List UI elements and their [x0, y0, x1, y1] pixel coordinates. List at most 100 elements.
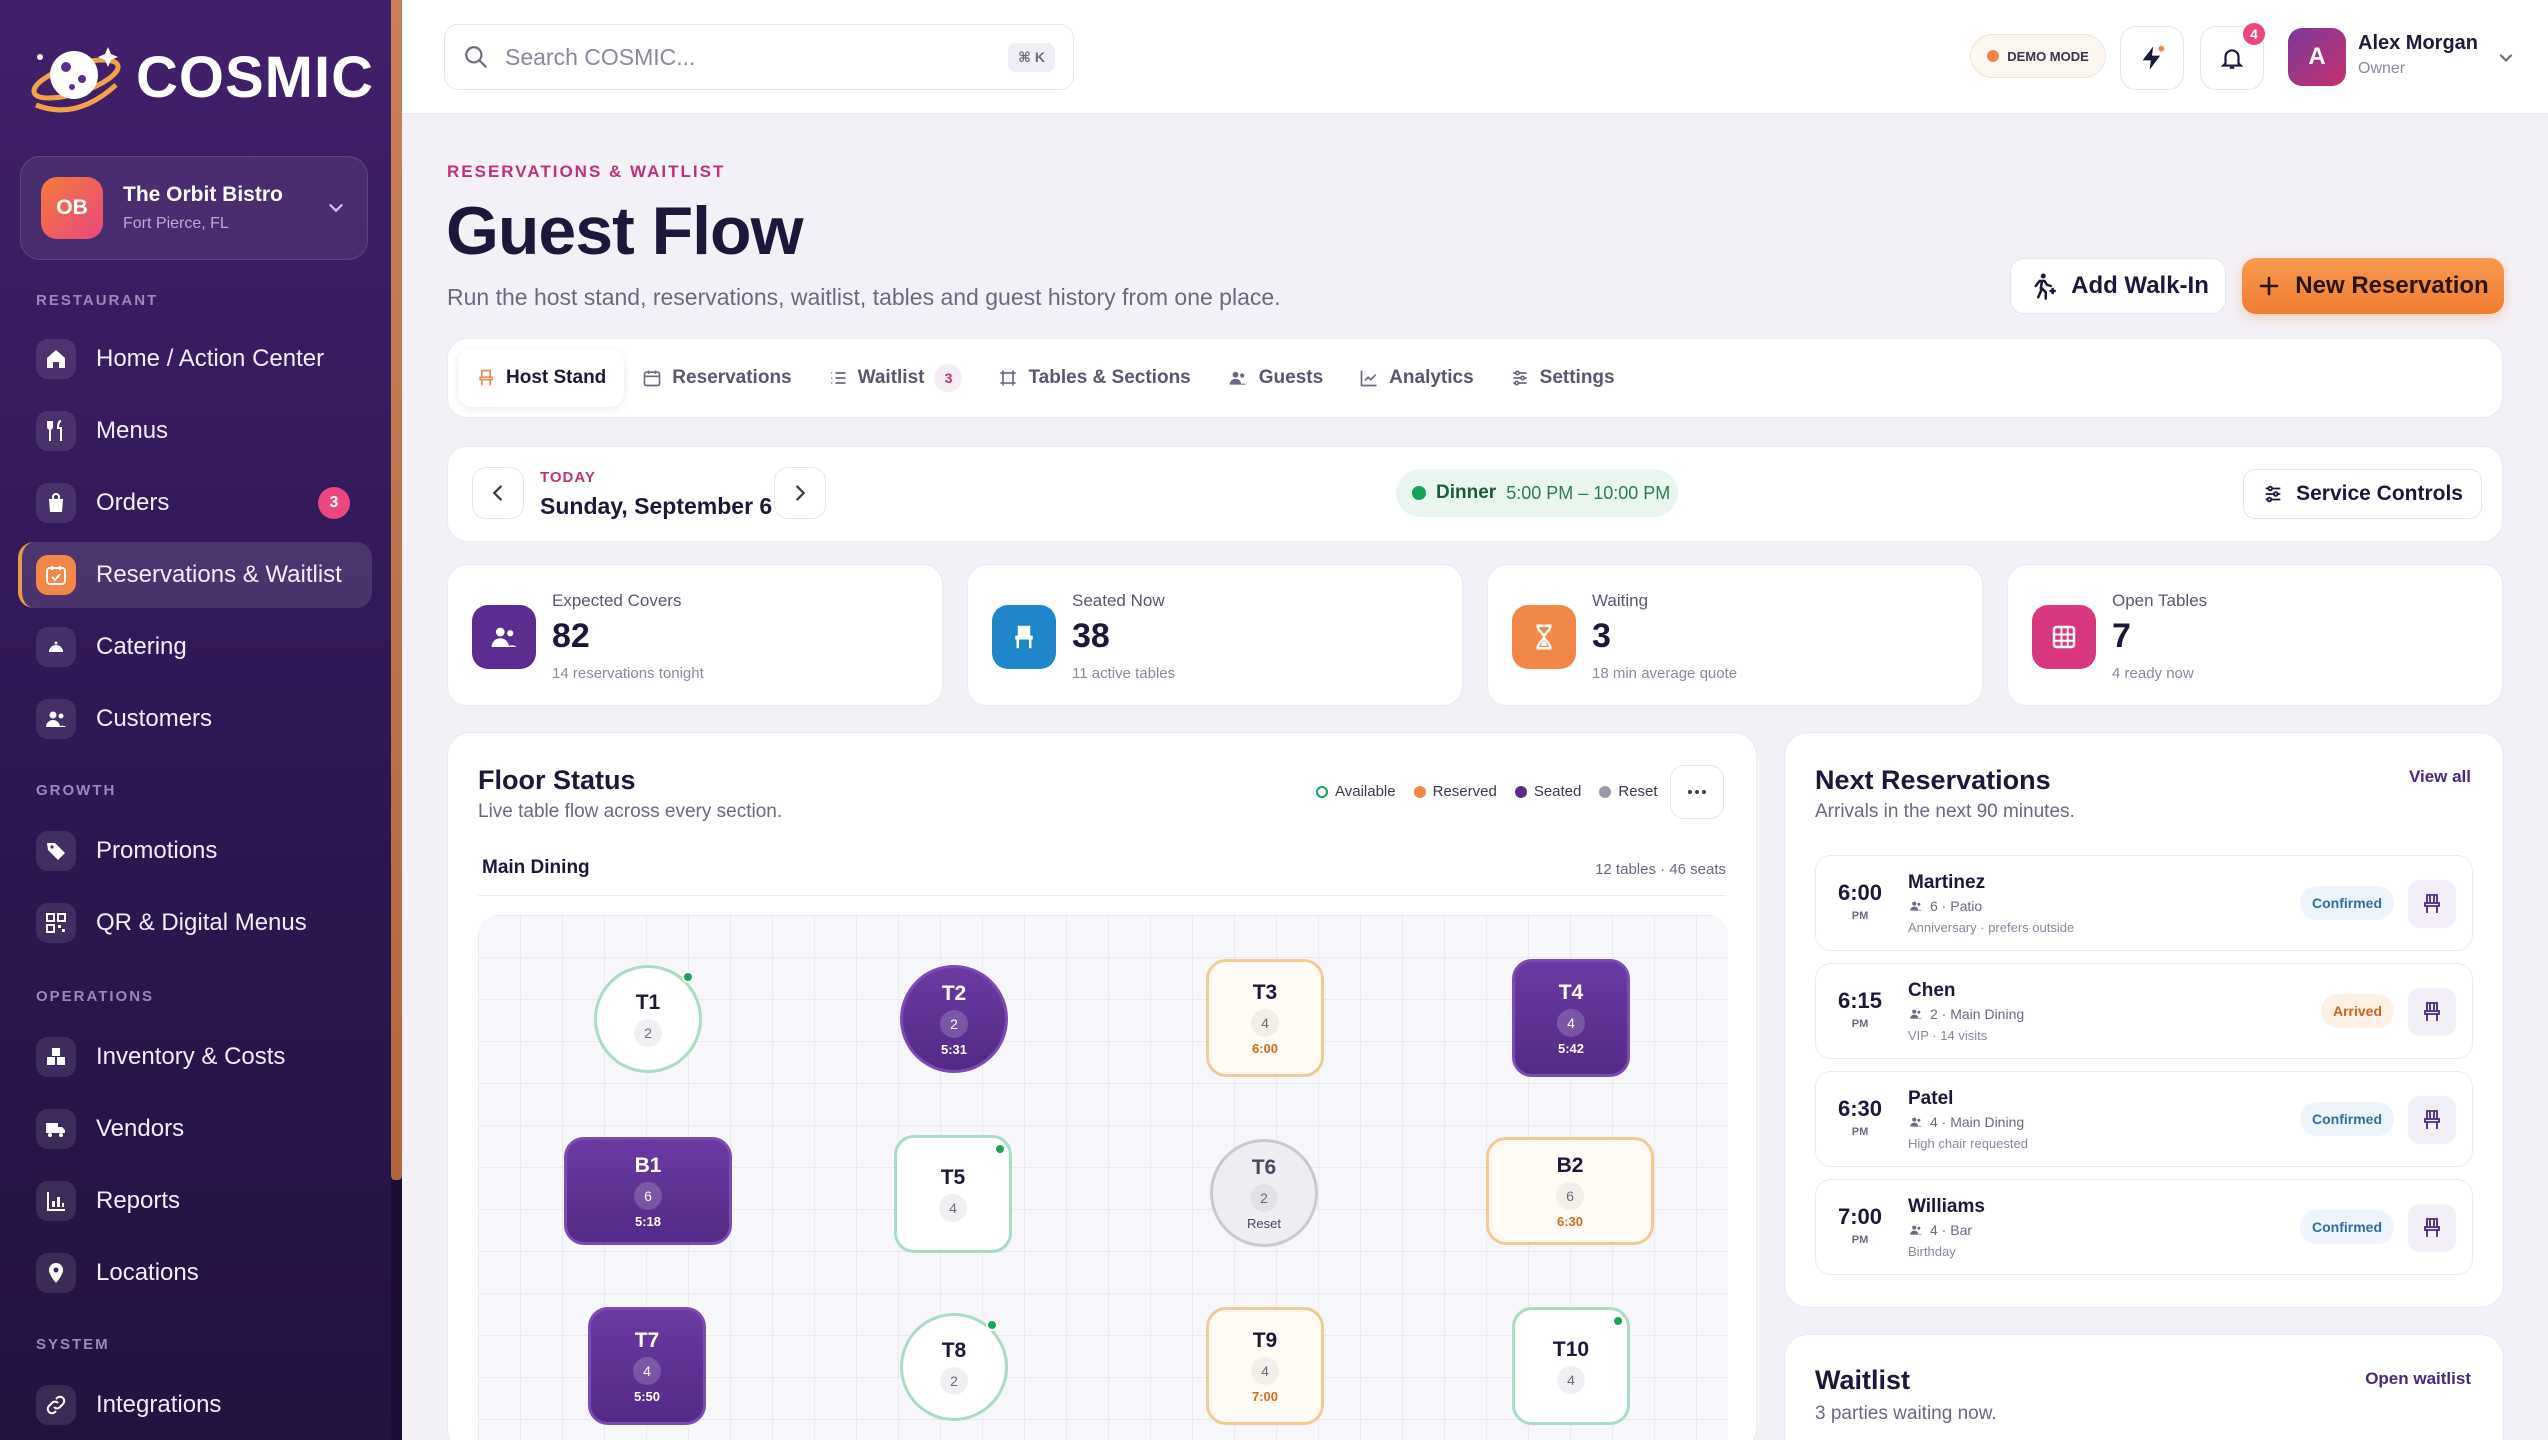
reservation-row[interactable]: 6:15 PM Chen 2 · Main Dining VIP · 14 vi…: [1815, 963, 2473, 1059]
tab-host-stand[interactable]: Host Stand: [458, 349, 625, 407]
tab-tables-sections[interactable]: Tables & Sections: [980, 349, 1208, 407]
table-t3[interactable]: T3 4 6:00: [1206, 959, 1324, 1077]
next-reservations-subtitle: Arrivals in the next 90 minutes.: [1815, 801, 2075, 822]
service-period-pill[interactable]: Dinner 5:00 PM – 10:00 PM: [1396, 469, 1678, 517]
new-reservation-button[interactable]: New Reservation: [2242, 258, 2504, 314]
sidebar-item-menus[interactable]: Menus: [18, 398, 372, 464]
reservation-row[interactable]: 6:00 PM Martinez 6 · Patio Anniversary ·…: [1815, 855, 2473, 951]
sidebar-item-reservations[interactable]: Reservations & Waitlist: [18, 542, 372, 608]
table-seats: 4: [939, 1194, 967, 1222]
guest-flow-tabs: Host Stand Reservations Waitlist 3 Table…: [447, 338, 2503, 418]
reservation-party: 4 · Main Dining: [1908, 1114, 2024, 1130]
nav-section-system: SYSTEM: [36, 1336, 110, 1353]
sidebar-item-customers[interactable]: Customers: [18, 686, 372, 752]
search-shortcut: ⌘ K: [1008, 42, 1055, 72]
sidebar-item-integrations[interactable]: Integrations: [18, 1372, 372, 1438]
page-subtitle: Run the host stand, reservations, waitli…: [447, 284, 1281, 310]
pin-icon: [36, 1253, 76, 1293]
floor-status-panel: Floor Status Live table flow across ever…: [447, 732, 1757, 1440]
table-b1[interactable]: B1 6 5:18: [564, 1137, 732, 1245]
sidebar-item-vendors[interactable]: Vendors: [18, 1096, 372, 1162]
tab-settings[interactable]: Settings: [1492, 349, 1633, 407]
seat-guest-button[interactable]: [2408, 880, 2456, 928]
layout-icon: [1000, 370, 1016, 386]
table-t7[interactable]: T7 4 5:50: [588, 1307, 706, 1425]
sidebar-item-reports[interactable]: Reports: [18, 1168, 372, 1234]
open-waitlist-link[interactable]: Open waitlist: [2365, 1369, 2471, 1389]
table-t9[interactable]: T9 4 7:00: [1206, 1307, 1324, 1425]
table-t4[interactable]: T4 4 5:42: [1512, 959, 1630, 1077]
table-b2[interactable]: B2 6 6:30: [1486, 1137, 1654, 1245]
demo-mode-badge[interactable]: DEMO MODE: [1970, 34, 2106, 78]
notifications-button[interactable]: 4: [2200, 21, 2267, 90]
search-input[interactable]: Search COSMIC...: [505, 44, 1008, 71]
new-reservation-label: New Reservation: [2295, 272, 2489, 299]
table-t5-status-dot: [994, 1143, 1006, 1155]
service-live-dot: [1412, 486, 1426, 500]
reservation-ampm: PM: [1851, 1234, 1869, 1246]
sidebar: COSMIC OB The Orbit Bistro Fort Pierce, …: [0, 0, 402, 1440]
reservation-row[interactable]: 7:00 PM Williams 4 · Bar Birthday Confir…: [1815, 1179, 2473, 1275]
nav-section-operations: OPERATIONS: [36, 988, 155, 1005]
brand-logo[interactable]: COSMIC: [26, 32, 374, 122]
seat-guest-button[interactable]: [2408, 1096, 2456, 1144]
sidebar-item-promotions[interactable]: Promotions: [18, 818, 372, 884]
stat-value: 3: [1592, 617, 1611, 655]
sidebar-item-home[interactable]: Home / Action Center: [18, 326, 372, 392]
users-icon: [472, 605, 536, 669]
stat-card-waiting[interactable]: Waiting 3 18 min average quote: [1487, 564, 1983, 706]
table-name: T1: [635, 991, 661, 1014]
add-walk-in-button[interactable]: Add Walk-In: [2010, 258, 2226, 314]
sidebar-item-orders[interactable]: Orders 3: [18, 470, 372, 536]
stat-card-open-tables[interactable]: Open Tables 7 4 ready now: [2007, 564, 2503, 706]
previous-day-button[interactable]: [472, 467, 524, 519]
table-t6[interactable]: T6 2 Reset: [1210, 1139, 1318, 1247]
sidebar-item-label: Menus: [96, 417, 169, 444]
business-switcher[interactable]: OB The Orbit Bistro Fort Pierce, FL: [20, 156, 368, 260]
seat-guest-button[interactable]: [2408, 1204, 2456, 1252]
home-icon: [36, 339, 76, 379]
chevron-down-icon[interactable]: [2496, 48, 2516, 68]
stat-label: Waiting: [1592, 591, 1649, 610]
table-t2[interactable]: T2 2 5:31: [900, 965, 1008, 1073]
view-all-link[interactable]: View all: [2409, 767, 2471, 787]
tab-guests[interactable]: Guests: [1209, 349, 1341, 407]
sidebar-item-catering[interactable]: Catering: [18, 614, 372, 680]
service-date: Sunday, September 6: [540, 493, 773, 519]
user-name[interactable]: Alex Morgan: [2358, 32, 2478, 55]
reservation-time: 7:00: [1837, 1204, 1883, 1229]
table-name: T8: [941, 1339, 967, 1362]
table-time: 5:50: [633, 1388, 661, 1404]
floor-map: T1 2 T2 2 5:31 T3 4 6:00 T4 4 5:42 B1 6 …: [478, 915, 1728, 1440]
users-icon: [1910, 1009, 1922, 1019]
sidebar-item-label: Home / Action Center: [96, 345, 325, 372]
tab-analytics[interactable]: Analytics: [1341, 349, 1491, 407]
page-eyebrow: RESERVATIONS & WAITLIST: [447, 162, 726, 181]
sidebar-item-qr-menus[interactable]: QR & Digital Menus: [18, 890, 372, 956]
table-seats: 6: [634, 1181, 662, 1210]
business-name: The Orbit Bistro: [123, 183, 283, 206]
sidebar-item-locations[interactable]: Locations: [18, 1240, 372, 1306]
search-bar[interactable]: Search COSMIC... ⌘ K: [444, 24, 1074, 90]
table-name: T2: [941, 981, 967, 1005]
business-avatar: OB: [41, 177, 103, 239]
next-day-button[interactable]: [774, 467, 826, 519]
user-role: Owner: [2358, 60, 2406, 77]
stat-subtext: 11 active tables: [1072, 665, 1176, 682]
floor-more-options-button[interactable]: [1670, 765, 1724, 819]
stat-card-seated-now[interactable]: Seated Now 38 11 active tables: [967, 564, 1463, 706]
sidebar-scrollbar-thumb[interactable]: [391, 0, 402, 1180]
reservation-row[interactable]: 6:30 PM Patel 4 · Main Dining High chair…: [1815, 1071, 2473, 1167]
seat-guest-button[interactable]: [2408, 988, 2456, 1036]
user-avatar[interactable]: A: [2288, 28, 2346, 86]
sidebar-item-inventory[interactable]: Inventory & Costs: [18, 1024, 372, 1090]
stat-card-expected-covers[interactable]: Expected Covers 82 14 reservations tonig…: [447, 564, 943, 706]
table-seats: 2: [940, 1367, 968, 1395]
service-controls-button[interactable]: Service Controls: [2243, 469, 2482, 519]
page-title: Guest Flow: [446, 193, 803, 269]
chair-icon: [992, 605, 1056, 669]
quick-actions-button[interactable]: [2120, 26, 2184, 90]
tab-reservations[interactable]: Reservations: [624, 349, 809, 407]
waitlist-count-badge: 3: [934, 364, 963, 392]
tab-waitlist[interactable]: Waitlist 3: [810, 349, 981, 407]
